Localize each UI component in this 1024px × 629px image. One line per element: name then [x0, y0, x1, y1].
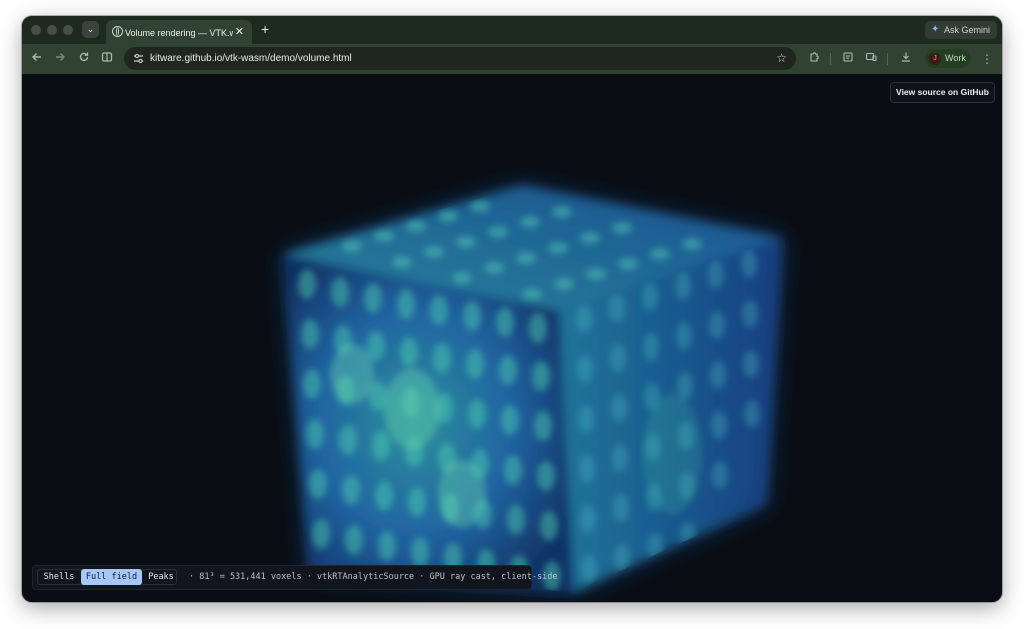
ask-gemini-button[interactable]: ✦ Ask Gemini: [925, 21, 997, 39]
volume-render-canvas[interactable]: [22, 74, 1002, 602]
toolbar-divider: [887, 53, 888, 65]
reload-icon[interactable]: [76, 51, 92, 67]
new-tab-button[interactable]: +: [261, 21, 269, 37]
profile-label: Work: [945, 53, 966, 63]
browser-window: ⌄ Volume rendering — VTK.wasm ✕ + ✦ Ask …: [22, 16, 1002, 602]
ask-gemini-label: Ask Gemini: [944, 25, 991, 35]
address-bar[interactable]: kitware.github.io/vtk-wasm/demo/volume.h…: [124, 47, 796, 70]
download-icon[interactable]: [898, 51, 914, 67]
profile-chip[interactable]: J Work: [925, 49, 971, 68]
globe-icon: [112, 26, 123, 37]
page-content: View source on GitHub Shells Full field …: [22, 74, 1002, 602]
tab-strip: ⌄ Volume rendering — VTK.wasm ✕ + ✦ Ask …: [22, 16, 1002, 44]
bookmark-star-icon[interactable]: ☆: [776, 50, 787, 66]
close-tab-icon[interactable]: ✕: [235, 25, 244, 39]
browser-tab[interactable]: Volume rendering — VTK.wasm ✕: [106, 20, 252, 44]
gemini-spark-icon: ✦: [931, 24, 940, 35]
url-text: kitware.github.io/vtk-wasm/demo/volume.h…: [150, 53, 352, 64]
side-panel-icon[interactable]: [99, 51, 115, 67]
render-controls-bar: Shells Full field Peaks · 81³ = 531,441 …: [32, 565, 557, 590]
tab-title: Volume rendering — VTK.wasm: [125, 28, 233, 38]
extensions-icon[interactable]: [806, 51, 822, 67]
view-source-github-button[interactable]: View source on GitHub: [890, 82, 995, 103]
avatar: J: [929, 52, 941, 65]
tab-search-button[interactable]: ⌄: [82, 21, 99, 38]
chevron-down-icon: ⌄: [86, 24, 95, 34]
cast-icon[interactable]: [863, 51, 879, 67]
toolbar-divider: [830, 53, 831, 65]
more-menu-icon[interactable]: ⋮: [979, 51, 995, 67]
back-icon[interactable]: [29, 51, 45, 67]
close-window-button[interactable]: [31, 25, 41, 35]
mode-peaks-button[interactable]: Peaks: [144, 569, 178, 585]
volume-info-text: · 81³ = 531,441 voxels · vtkRTAnalyticSo…: [189, 572, 558, 582]
mode-full-field-button[interactable]: Full field: [81, 569, 142, 585]
maximize-window-button[interactable]: [63, 25, 73, 35]
reading-list-icon[interactable]: [840, 51, 856, 67]
browser-toolbar: kitware.github.io/vtk-wasm/demo/volume.h…: [22, 44, 1002, 74]
forward-icon[interactable]: [52, 51, 68, 67]
mode-shells-button[interactable]: Shells: [39, 569, 79, 585]
minimize-window-button[interactable]: [47, 25, 57, 35]
site-settings-icon[interactable]: [132, 52, 145, 65]
